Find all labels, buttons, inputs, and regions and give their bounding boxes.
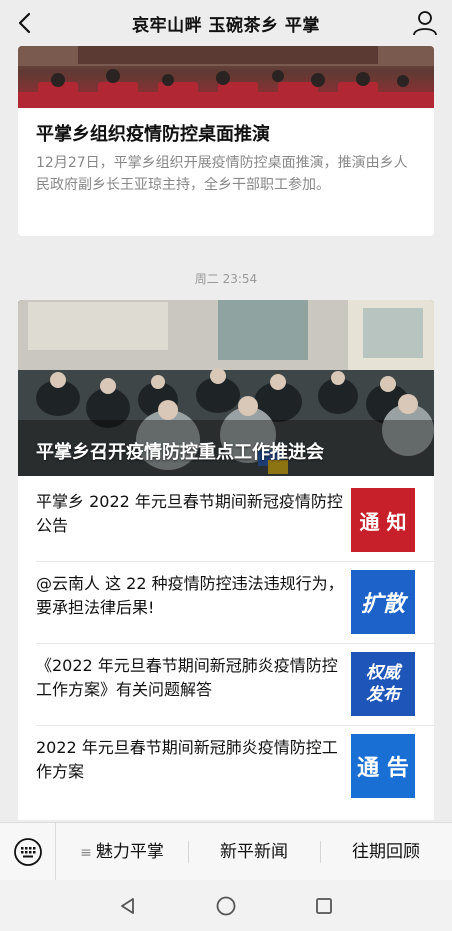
home-circle-icon[interactable]	[215, 895, 237, 917]
list-item-thumbnail: 通 知	[351, 488, 415, 552]
article-card[interactable]: 平掌乡组织疫情防控桌面推演 12月27日，平掌乡组织开展疫情防控桌面推演，推演由…	[18, 46, 434, 236]
menu-item-xinping-news[interactable]: 新平新闻	[188, 823, 320, 881]
menu-item-label: 往期回顾	[352, 841, 420, 862]
profile-button[interactable]	[410, 8, 440, 38]
recents-square-icon[interactable]	[314, 896, 334, 916]
list-item-thumbnail: 扩散	[351, 570, 415, 634]
menu-item-label: 新平新闻	[220, 841, 288, 862]
list-item-title: 平掌乡 2022 年元旦春节期间新冠疫情防控公告	[36, 492, 343, 535]
menu-list-icon: ≡	[80, 844, 92, 861]
list-item-thumbnail: 权威发布	[351, 652, 415, 716]
list-item-title: @云南人 这 22 种疫情防控违法违规行为，要承担法律后果!	[36, 574, 344, 617]
thumbnail-text: 权威发布	[366, 663, 400, 705]
page-title: 哀牢山畔 玉碗茶乡 平掌	[132, 15, 320, 36]
back-button[interactable]	[10, 8, 38, 38]
keyboard-icon	[13, 837, 42, 866]
list-item-thumbnail: 通 告	[351, 734, 415, 798]
list-item-title: 《2022 年元旦春节期间新冠肺炎疫情防控工作方案》有关问题解答	[36, 656, 338, 699]
article-photo	[18, 46, 434, 108]
back-triangle-icon[interactable]	[118, 896, 138, 916]
list-item-title: 2022 年元旦春节期间新冠肺炎疫情防控工作方案	[36, 738, 338, 781]
chevron-left-icon	[18, 12, 31, 34]
thumbnail-text: 通 告	[357, 755, 409, 781]
thumbnail-text: 通 知	[359, 509, 407, 534]
list-item[interactable]: 平掌乡 2022 年元旦春节期间新冠疫情防控公告 通 知	[18, 480, 434, 562]
lead-article-title: 平掌乡召开疫情防控重点工作推进会	[36, 442, 324, 463]
menu-item-past-issues[interactable]: 往期回顾	[320, 823, 452, 881]
news-group-card: 平掌乡召开疫情防控重点工作推进会 平掌乡 2022 年元旦春节期间新冠疫情防控公…	[18, 300, 434, 820]
article-summary: 12月27日，平掌乡组织开展疫情防控桌面推演，推演由乡人民政府副乡长王亚琼主持，…	[36, 155, 408, 193]
list-item[interactable]: @云南人 这 22 种疫情防控违法违规行为，要承担法律后果! 扩散	[18, 562, 434, 644]
menu-item-label: 魅力平掌	[95, 841, 164, 862]
menu-item-meili-pingzhang[interactable]: ≡ 魅力平掌	[56, 823, 188, 881]
message-timestamp: 周二 23:54	[194, 272, 258, 286]
system-nav-bar	[0, 880, 452, 931]
list-item[interactable]: 《2022 年元旦春节期间新冠肺炎疫情防控工作方案》有关问题解答 权威发布	[18, 644, 434, 726]
top-bar: 哀牢山畔 玉碗茶乡 平掌	[0, 0, 452, 46]
article-title: 平掌乡组织疫情防控桌面推演	[36, 124, 270, 145]
lead-article[interactable]: 平掌乡召开疫情防控重点工作推进会	[18, 300, 434, 476]
keyboard-toggle-button[interactable]	[0, 822, 56, 881]
thumbnail-text: 扩散	[360, 591, 405, 617]
bottom-menu: ≡ 魅力平掌 新平新闻 往期回顾	[0, 822, 452, 881]
list-item[interactable]: 2022 年元旦春节期间新冠肺炎疫情防控工作方案 通 告	[18, 726, 434, 808]
user-icon	[413, 11, 437, 36]
